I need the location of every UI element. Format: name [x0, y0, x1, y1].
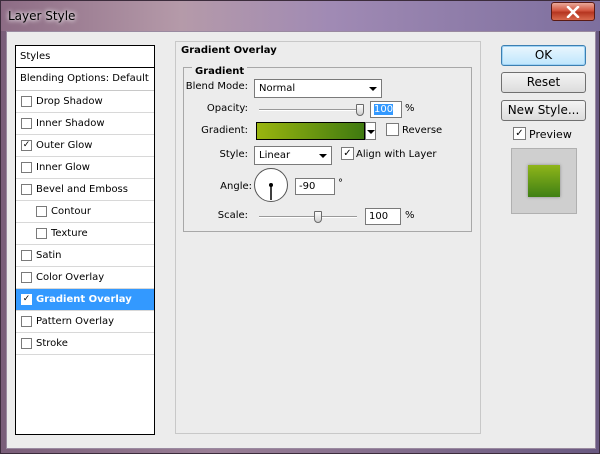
gradient-swatch[interactable]: [256, 122, 365, 140]
style-label: Style:: [219, 149, 249, 160]
opacity-label: Opacity:: [206, 103, 248, 114]
angle-indicator-icon: [269, 183, 273, 200]
style-item-inner-glow[interactable]: Inner Glow: [16, 157, 154, 179]
style-item-stroke[interactable]: Stroke: [16, 333, 154, 355]
style-checkbox[interactable]: [21, 96, 32, 107]
blend-mode-select[interactable]: Normal: [254, 79, 382, 98]
group-title: Gradient: [192, 66, 248, 77]
scale-input[interactable]: 100: [365, 208, 401, 225]
chevron-down-icon: [319, 154, 327, 158]
style-item-label: Inner Glow: [36, 162, 90, 173]
style-item-outer-glow[interactable]: ✓ Outer Glow: [16, 135, 154, 157]
style-item-label: Pattern Overlay: [36, 316, 115, 327]
style-item-pattern-overlay[interactable]: Pattern Overlay: [16, 311, 154, 333]
style-item-label: Color Overlay: [36, 272, 105, 283]
layer-style-window: Layer Style Styles Blending Options: Def…: [0, 0, 600, 454]
style-checkbox[interactable]: ✓: [21, 140, 32, 151]
style-item-label: Inner Shadow: [36, 118, 105, 129]
style-item-label: Texture: [51, 228, 88, 239]
blend-mode-value: Normal: [259, 83, 296, 94]
scale-slider-thumb[interactable]: [313, 211, 322, 223]
style-item-label: Gradient Overlay: [36, 294, 132, 305]
style-item-gradient-overlay[interactable]: ✓ Gradient Overlay: [16, 289, 154, 311]
scale-unit: %: [405, 210, 415, 221]
style-item-label: Bevel and Emboss: [36, 184, 128, 195]
align-with-layer-checkbox[interactable]: ✓: [341, 147, 354, 160]
preview-swatch: [528, 165, 560, 197]
style-item-label: Satin: [36, 250, 62, 261]
opacity-slider-track[interactable]: [259, 109, 360, 111]
styles-header[interactable]: Styles: [16, 46, 154, 68]
reset-button[interactable]: Reset: [501, 72, 586, 93]
chevron-down-icon: [367, 130, 375, 134]
close-button[interactable]: [551, 2, 595, 21]
style-item-contour[interactable]: Contour: [16, 201, 154, 223]
style-checkbox[interactable]: [21, 162, 32, 173]
chevron-down-icon: [369, 87, 377, 91]
style-checkbox[interactable]: [21, 184, 32, 195]
reverse-label: Reverse: [402, 125, 443, 136]
style-item-label: Drop Shadow: [36, 96, 103, 107]
close-icon: [566, 5, 580, 18]
gradient-group: Gradient Blend Mode: Normal Opacity: 100…: [183, 66, 472, 232]
style-item-inner-shadow[interactable]: Inner Shadow: [16, 113, 154, 135]
style-item-label: Stroke: [36, 338, 68, 349]
gradient-overlay-panel: Gradient Overlay Gradient Blend Mode: No…: [175, 41, 481, 434]
preview-thumbnail: [511, 148, 577, 214]
ok-button[interactable]: OK: [501, 45, 586, 66]
style-item-satin[interactable]: Satin: [16, 245, 154, 267]
style-item-texture[interactable]: Texture: [16, 223, 154, 245]
style-item-color-overlay[interactable]: Color Overlay: [16, 267, 154, 289]
blending-options-item[interactable]: Blending Options: Default: [16, 68, 154, 91]
opacity-unit: %: [405, 103, 415, 114]
title-bar[interactable]: Layer Style: [1, 1, 600, 31]
align-with-layer-label: Align with Layer: [356, 149, 437, 160]
style-checkbox[interactable]: [21, 272, 32, 283]
style-checkbox[interactable]: [36, 206, 47, 217]
style-item-bevel-and-emboss[interactable]: Bevel and Emboss: [16, 179, 154, 201]
style-checkbox[interactable]: [21, 250, 32, 261]
reverse-checkbox[interactable]: [386, 123, 399, 136]
angle-label: Angle:: [220, 181, 252, 192]
styles-list: Styles Blending Options: Default Drop Sh…: [15, 45, 155, 435]
gradient-label: Gradient:: [201, 125, 248, 136]
blend-mode-label: Blend Mode:: [185, 81, 248, 92]
opacity-slider-thumb[interactable]: [356, 104, 364, 116]
angle-unit: °: [338, 178, 343, 189]
angle-input[interactable]: -90: [295, 178, 335, 195]
style-checkbox[interactable]: [21, 338, 32, 349]
scale-label: Scale:: [217, 210, 248, 221]
style-item-label: Contour: [51, 206, 91, 217]
style-value: Linear: [259, 150, 291, 161]
style-checkbox[interactable]: ✓: [21, 294, 32, 305]
section-title: Gradient Overlay: [181, 45, 277, 56]
new-style-button[interactable]: New Style...: [501, 100, 586, 121]
style-checkbox[interactable]: [36, 228, 47, 239]
gradient-picker-button[interactable]: [365, 122, 376, 140]
dialog-body: Styles Blending Options: Default Drop Sh…: [6, 31, 596, 449]
style-item-drop-shadow[interactable]: Drop Shadow: [16, 91, 154, 113]
style-select[interactable]: Linear: [254, 146, 332, 165]
preview-label: Preview: [529, 128, 572, 141]
style-item-label: Outer Glow: [36, 140, 93, 151]
style-checkbox[interactable]: [21, 316, 32, 327]
window-title: Layer Style: [8, 9, 76, 23]
preview-checkbox[interactable]: ✓: [513, 127, 526, 140]
scale-slider-track[interactable]: [259, 216, 357, 218]
opacity-input[interactable]: 100: [370, 101, 402, 118]
style-checkbox[interactable]: [21, 118, 32, 129]
angle-dial[interactable]: [254, 168, 288, 202]
